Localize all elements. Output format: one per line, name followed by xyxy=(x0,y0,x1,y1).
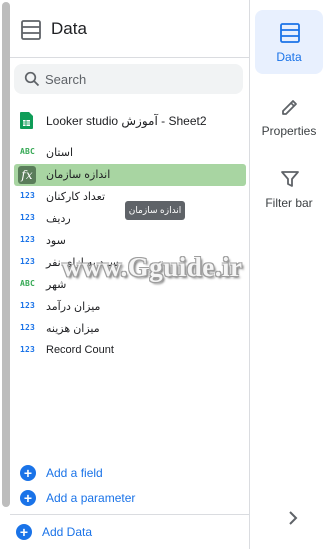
add-parameter-label: Add a parameter xyxy=(46,491,136,505)
number-type-icon: 123 xyxy=(20,323,36,332)
add-data-button[interactable]: + Add Data xyxy=(16,521,216,543)
google-sheets-icon xyxy=(20,112,33,129)
left-edge xyxy=(0,0,10,549)
text-type-icon: ABC xyxy=(20,279,36,288)
field-name: استان xyxy=(46,147,74,159)
plus-icon: + xyxy=(20,490,36,506)
field-item-selected[interactable]: fx اندازه سازمان xyxy=(14,164,246,186)
pencil-icon xyxy=(282,100,297,115)
panel-footer: + Add Data xyxy=(10,514,250,549)
tab-properties-label: Properties xyxy=(261,124,317,138)
vertical-scrollbar[interactable] xyxy=(2,2,10,507)
field-name: سود xyxy=(46,235,66,247)
field-name: ردیف xyxy=(46,213,71,225)
field-name: میزان هزینه xyxy=(46,323,100,335)
data-source-label: Looker studio آموزش - Sheet2 xyxy=(46,114,207,128)
panel-title: Data xyxy=(51,19,87,38)
plus-icon: + xyxy=(20,465,36,481)
number-type-icon: 123 xyxy=(20,191,36,200)
add-data-label: Add Data xyxy=(42,525,93,539)
add-field-label: Add a field xyxy=(46,466,103,480)
add-field-button[interactable]: + Add a field xyxy=(20,462,220,484)
tab-data-label: Data xyxy=(276,50,302,64)
search-input[interactable] xyxy=(45,70,235,88)
field-item[interactable]: ABC استان xyxy=(14,142,246,164)
data-table-icon xyxy=(280,23,300,43)
watermark-text: www.Gguide.ir xyxy=(62,252,243,282)
number-type-icon: 123 xyxy=(20,345,36,354)
number-type-icon: 123 xyxy=(20,301,36,310)
chevron-right-icon[interactable] xyxy=(285,510,301,526)
number-type-icon: 123 xyxy=(20,235,36,244)
field-item[interactable]: 123 میزان هزینه xyxy=(14,318,246,340)
calculated-field-icon: fx xyxy=(18,166,36,184)
right-rail: Data Properties Filter bar xyxy=(251,0,327,549)
panel-header: Data xyxy=(10,0,250,58)
field-name: Record Count xyxy=(46,344,114,356)
tab-properties[interactable]: Properties xyxy=(255,84,323,148)
add-parameter-button[interactable]: + Add a parameter xyxy=(20,487,220,509)
tab-filter-bar[interactable]: Filter bar xyxy=(255,156,323,220)
filter-icon xyxy=(281,171,299,187)
field-item[interactable]: 123 Record Count xyxy=(14,340,246,362)
field-tooltip: اندازه سازمان xyxy=(125,201,185,220)
data-source-row[interactable]: Looker studio آموزش - Sheet2 xyxy=(10,108,250,134)
number-type-icon: 123 xyxy=(20,213,36,222)
field-name: تعداد کارکنان xyxy=(46,191,106,203)
text-type-icon: ABC xyxy=(20,147,36,156)
plus-icon: + xyxy=(16,524,32,540)
field-name: اندازه سازمان xyxy=(46,169,111,181)
search-box[interactable] xyxy=(14,64,243,94)
tab-data[interactable]: Data xyxy=(255,10,323,74)
tab-filter-bar-label: Filter bar xyxy=(265,196,313,210)
field-item[interactable]: 123 میزان درآمد xyxy=(14,296,246,318)
search-icon xyxy=(24,71,40,87)
data-table-icon xyxy=(21,20,41,40)
field-item[interactable]: 123 سود xyxy=(14,230,246,252)
field-name: میزان درآمد xyxy=(46,301,101,313)
number-type-icon: 123 xyxy=(20,257,36,266)
